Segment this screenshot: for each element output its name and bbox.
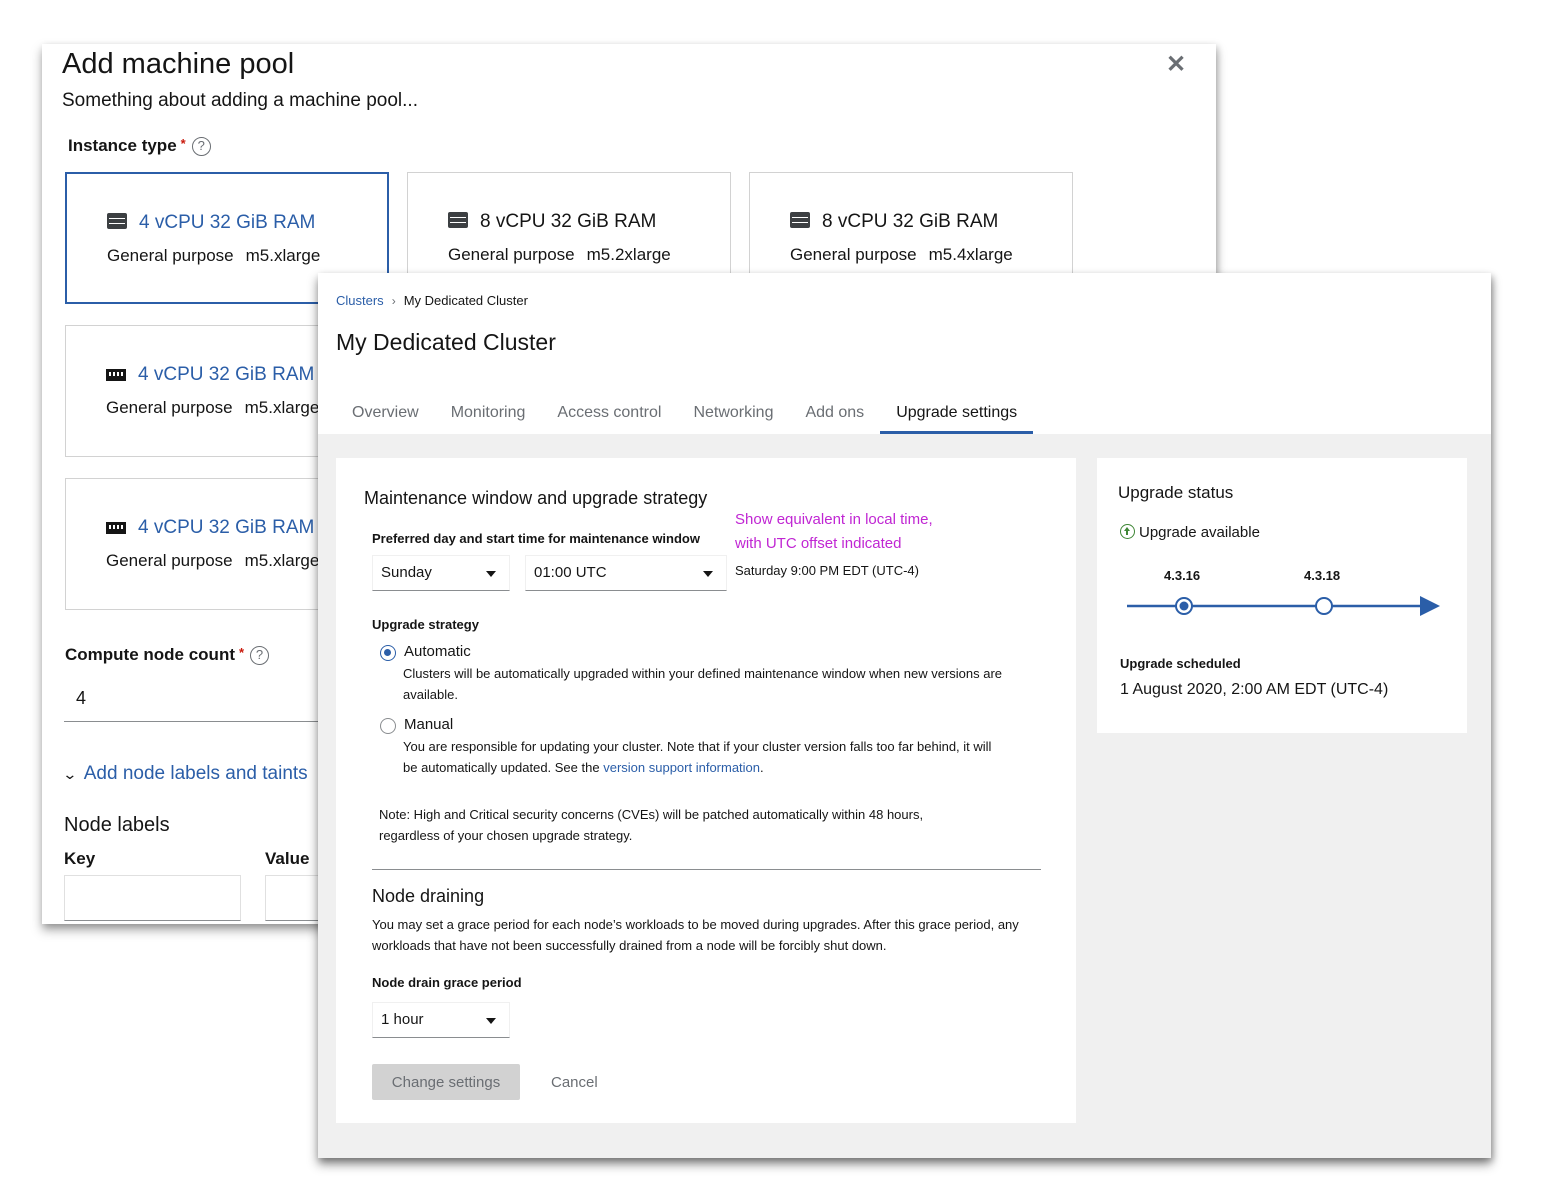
breadcrumb-clusters-link[interactable]: Clusters xyxy=(336,293,384,308)
instance-specs: 4 vCPU 32 GiB RAM xyxy=(138,517,315,538)
instance-type-label: Instance type *? xyxy=(68,136,211,157)
tab-overview[interactable]: Overview xyxy=(336,399,435,434)
section-divider xyxy=(372,869,1041,870)
dialog-subtitle: Something about adding a machine pool... xyxy=(62,90,418,111)
instance-specs: 4 vCPU 32 GiB RAM xyxy=(138,364,315,385)
compute-node-count-label: Compute node count *? xyxy=(65,645,270,666)
close-icon[interactable]: ✕ xyxy=(1166,50,1186,79)
chevron-down-icon: ⌄ xyxy=(62,766,78,782)
upgrade-status-card: Upgrade status Upgrade available 4.3.16 … xyxy=(1097,458,1467,733)
key-header: Key xyxy=(64,849,96,868)
automatic-radio[interactable] xyxy=(380,645,396,661)
instance-specs: 4 vCPU 32 GiB RAM xyxy=(139,212,316,233)
instance-specs: 8 vCPU 32 GiB RAM xyxy=(480,211,657,232)
compute-node-count-select[interactable]: 4 xyxy=(64,677,344,722)
instance-category: General purpose xyxy=(106,398,233,417)
breadcrumb-current: My Dedicated Cluster xyxy=(403,293,528,308)
caret-down-icon xyxy=(486,1018,496,1024)
version-support-link[interactable]: version support information xyxy=(603,760,760,775)
upgrade-scheduled-value: 1 August 2020, 2:00 AM EDT (UTC-4) xyxy=(1120,681,1389,698)
current-version-dot xyxy=(1179,601,1189,611)
cancel-button[interactable]: Cancel xyxy=(536,1064,613,1100)
required-mark: * xyxy=(238,645,245,660)
caret-down-icon xyxy=(486,571,496,577)
manual-radio[interactable] xyxy=(380,718,396,734)
server-icon xyxy=(448,212,468,228)
manual-description: You are responsible for updating your cl… xyxy=(403,736,993,778)
page-header: Clusters › My Dedicated Cluster My Dedicat… xyxy=(318,273,1491,434)
value-header: Value xyxy=(265,849,310,868)
target-version-node xyxy=(1315,597,1333,615)
change-settings-button[interactable]: Change settings xyxy=(372,1064,520,1100)
compute-node-count-value: 4 xyxy=(76,688,87,708)
instance-category: General purpose xyxy=(448,245,575,264)
upgrade-strategy-label: Upgrade strategy xyxy=(372,617,479,632)
timeline-arrow-icon xyxy=(1420,596,1440,616)
page-title: My Dedicated Cluster xyxy=(336,329,556,355)
upgrade-scheduled-label: Upgrade scheduled xyxy=(1120,656,1241,671)
dialog-title: Add machine pool xyxy=(62,48,295,80)
instance-category: General purpose xyxy=(107,246,234,265)
time-select-value: 01:00 UTC xyxy=(534,564,607,581)
tab-upgrade-settings[interactable]: Upgrade settings xyxy=(880,399,1034,434)
instance-specs: 8 vCPU 32 GiB RAM xyxy=(822,211,999,232)
node-draining-title: Node draining xyxy=(372,886,485,906)
instance-type-label-text: Instance type xyxy=(68,136,177,155)
server-icon xyxy=(107,213,127,229)
tab-access-control[interactable]: Access control xyxy=(541,399,677,434)
local-time-value: Saturday 9:00 PM EDT (UTC-4) xyxy=(735,563,919,578)
manual-description-end: . xyxy=(760,760,764,775)
add-node-labels-toggle[interactable]: ⌄ Add node labels and taints xyxy=(62,763,308,785)
grace-period-value: 1 hour xyxy=(381,1011,424,1028)
instance-type-name: m5.xlarge xyxy=(245,246,321,265)
instance-type-name: m5.4xlarge xyxy=(928,245,1013,264)
timeline-graphic xyxy=(1127,596,1440,616)
automatic-label: Automatic xyxy=(404,643,471,660)
server-icon xyxy=(790,212,810,228)
cve-note: Note: High and Critical security concern… xyxy=(379,807,924,843)
day-select-value: Sunday xyxy=(381,564,432,581)
arrow-up-circle-icon xyxy=(1120,524,1135,539)
manual-label: Manual xyxy=(404,716,454,733)
compute-node-count-text: Compute node count xyxy=(65,645,235,664)
node-draining-description: You may set a grace period for each node… xyxy=(372,917,1019,953)
tab-networking[interactable]: Networking xyxy=(677,399,789,434)
key-input[interactable] xyxy=(64,875,241,921)
tab-bar: Overview Monitoring Access control Netwo… xyxy=(336,399,1034,434)
local-time-annotation-line1: Show equivalent in local time, xyxy=(735,511,933,528)
tab-monitoring[interactable]: Monitoring xyxy=(435,399,542,434)
automatic-description: Clusters will be automatically upgraded … xyxy=(403,666,1003,702)
time-select[interactable]: 01:00 UTC xyxy=(525,555,727,591)
breadcrumb: Clusters › My Dedicated Cluster xyxy=(336,293,528,308)
local-time-annotation-line2: with UTC offset indicated xyxy=(735,535,902,552)
upgrade-available-text: Upgrade available xyxy=(1139,524,1260,541)
local-time-annotation: Show equivalent in local time, with UTC … xyxy=(735,508,933,556)
upgrade-available-status: Upgrade available xyxy=(1120,524,1260,541)
add-node-labels-text: Add node labels and taints xyxy=(83,763,308,784)
help-icon[interactable]: ? xyxy=(191,137,211,157)
upgrade-status-title: Upgrade status xyxy=(1118,483,1234,502)
instance-type-name: m5.2xlarge xyxy=(586,245,671,264)
instance-category: General purpose xyxy=(106,551,233,570)
required-mark: * xyxy=(180,136,186,151)
memory-icon xyxy=(106,369,126,381)
caret-down-icon xyxy=(703,571,713,577)
day-select[interactable]: Sunday xyxy=(372,555,510,591)
tab-add-ons[interactable]: Add ons xyxy=(789,399,880,434)
grace-period-label: Node drain grace period xyxy=(372,975,522,990)
grace-period-select[interactable]: 1 hour xyxy=(372,1002,510,1038)
instance-type-name: m5.xlarge xyxy=(244,398,320,417)
instance-type-name: m5.xlarge xyxy=(244,551,320,570)
preferred-time-label: Preferred day and start time for mainten… xyxy=(372,531,700,546)
version-timeline: 4.3.16 4.3.18 xyxy=(1127,568,1447,618)
node-labels-title: Node labels xyxy=(64,814,170,836)
breadcrumb-separator: › xyxy=(391,294,396,308)
upgrade-settings-card: Maintenance window and upgrade strategy … xyxy=(336,458,1076,1123)
maintenance-title: Maintenance window and upgrade strategy xyxy=(364,488,708,508)
memory-icon xyxy=(106,522,126,534)
help-icon[interactable]: ? xyxy=(250,646,270,666)
cluster-details-window: Clusters › My Dedicated Cluster My Dedicat… xyxy=(318,273,1491,1158)
instance-category: General purpose xyxy=(790,245,917,264)
